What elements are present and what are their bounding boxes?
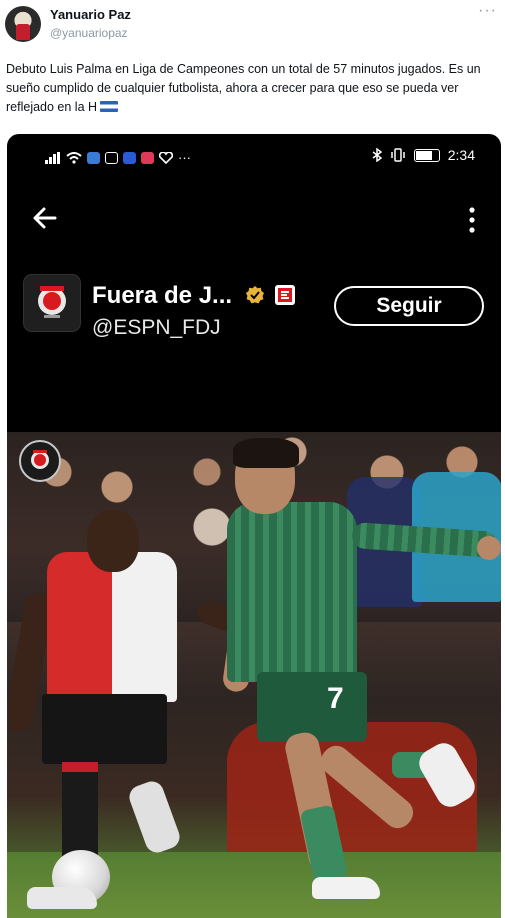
status-icons-left: ···: [45, 150, 191, 165]
espn-watermark-icon: [19, 440, 61, 482]
feyenoord-player-shorts: [42, 694, 167, 764]
ellipsis-icon: ···: [178, 150, 191, 165]
feyenoord-player-shirt: [47, 552, 177, 702]
football-boot: [312, 877, 380, 899]
celtic-player-shorts: [257, 672, 367, 742]
tweet-media[interactable]: ··· 2:34 Fuera de J... @ESPN_FDJ Seguir: [7, 134, 501, 918]
honduras-flag-icon: [100, 101, 119, 112]
battery-icon: [413, 148, 440, 162]
more-vertical-icon[interactable]: [465, 206, 479, 234]
vibrate-icon: [391, 148, 405, 162]
phone-status-bar: ··· 2:34: [7, 134, 501, 180]
author-name[interactable]: Yanuario Paz: [50, 7, 131, 22]
verified-badge-icon: [246, 286, 264, 304]
more-options-icon[interactable]: ···: [478, 2, 497, 20]
author-handle[interactable]: @yanuariopaz: [50, 26, 128, 40]
espn-affiliate-badge-icon: [275, 285, 295, 305]
follow-button[interactable]: Seguir: [334, 286, 484, 326]
profile-name[interactable]: Fuera de J...: [92, 282, 232, 310]
instagram-icon: [105, 151, 118, 164]
profile-handle[interactable]: @ESPN_FDJ: [92, 316, 221, 340]
app-notification-icon: [87, 151, 100, 164]
match-photo[interactable]: 7: [7, 432, 501, 918]
signal-icon: [45, 151, 60, 164]
app-notification-icon-3: [141, 151, 154, 164]
celtic-player-hair: [233, 438, 299, 468]
celtic-player-hand: [477, 536, 501, 560]
football-boot: [27, 887, 97, 909]
profile-avatar[interactable]: [23, 274, 81, 332]
avatar[interactable]: [5, 6, 41, 42]
status-icons-right: 2:34: [372, 147, 475, 163]
player-number: 7: [327, 682, 344, 715]
wifi-icon: [66, 151, 82, 164]
back-arrow-icon[interactable]: [29, 202, 61, 234]
tweet-header: Yanuario Paz @yanuariopaz ···: [0, 0, 505, 55]
tweet-text: Debuto Luis Palma en Liga de Campeones c…: [6, 60, 500, 117]
football-boot: [126, 778, 183, 856]
espn-fdj-logo-icon: [38, 286, 66, 318]
feyenoord-player-head: [87, 510, 139, 572]
tweet-body: Debuto Luis Palma en Liga de Campeones c…: [6, 62, 481, 114]
celtic-player-shirt: [227, 502, 357, 682]
app-notification-icon-2: [123, 151, 136, 164]
status-time: 2:34: [447, 147, 475, 163]
bluetooth-icon: [372, 148, 382, 162]
heart-icon: [159, 151, 173, 164]
